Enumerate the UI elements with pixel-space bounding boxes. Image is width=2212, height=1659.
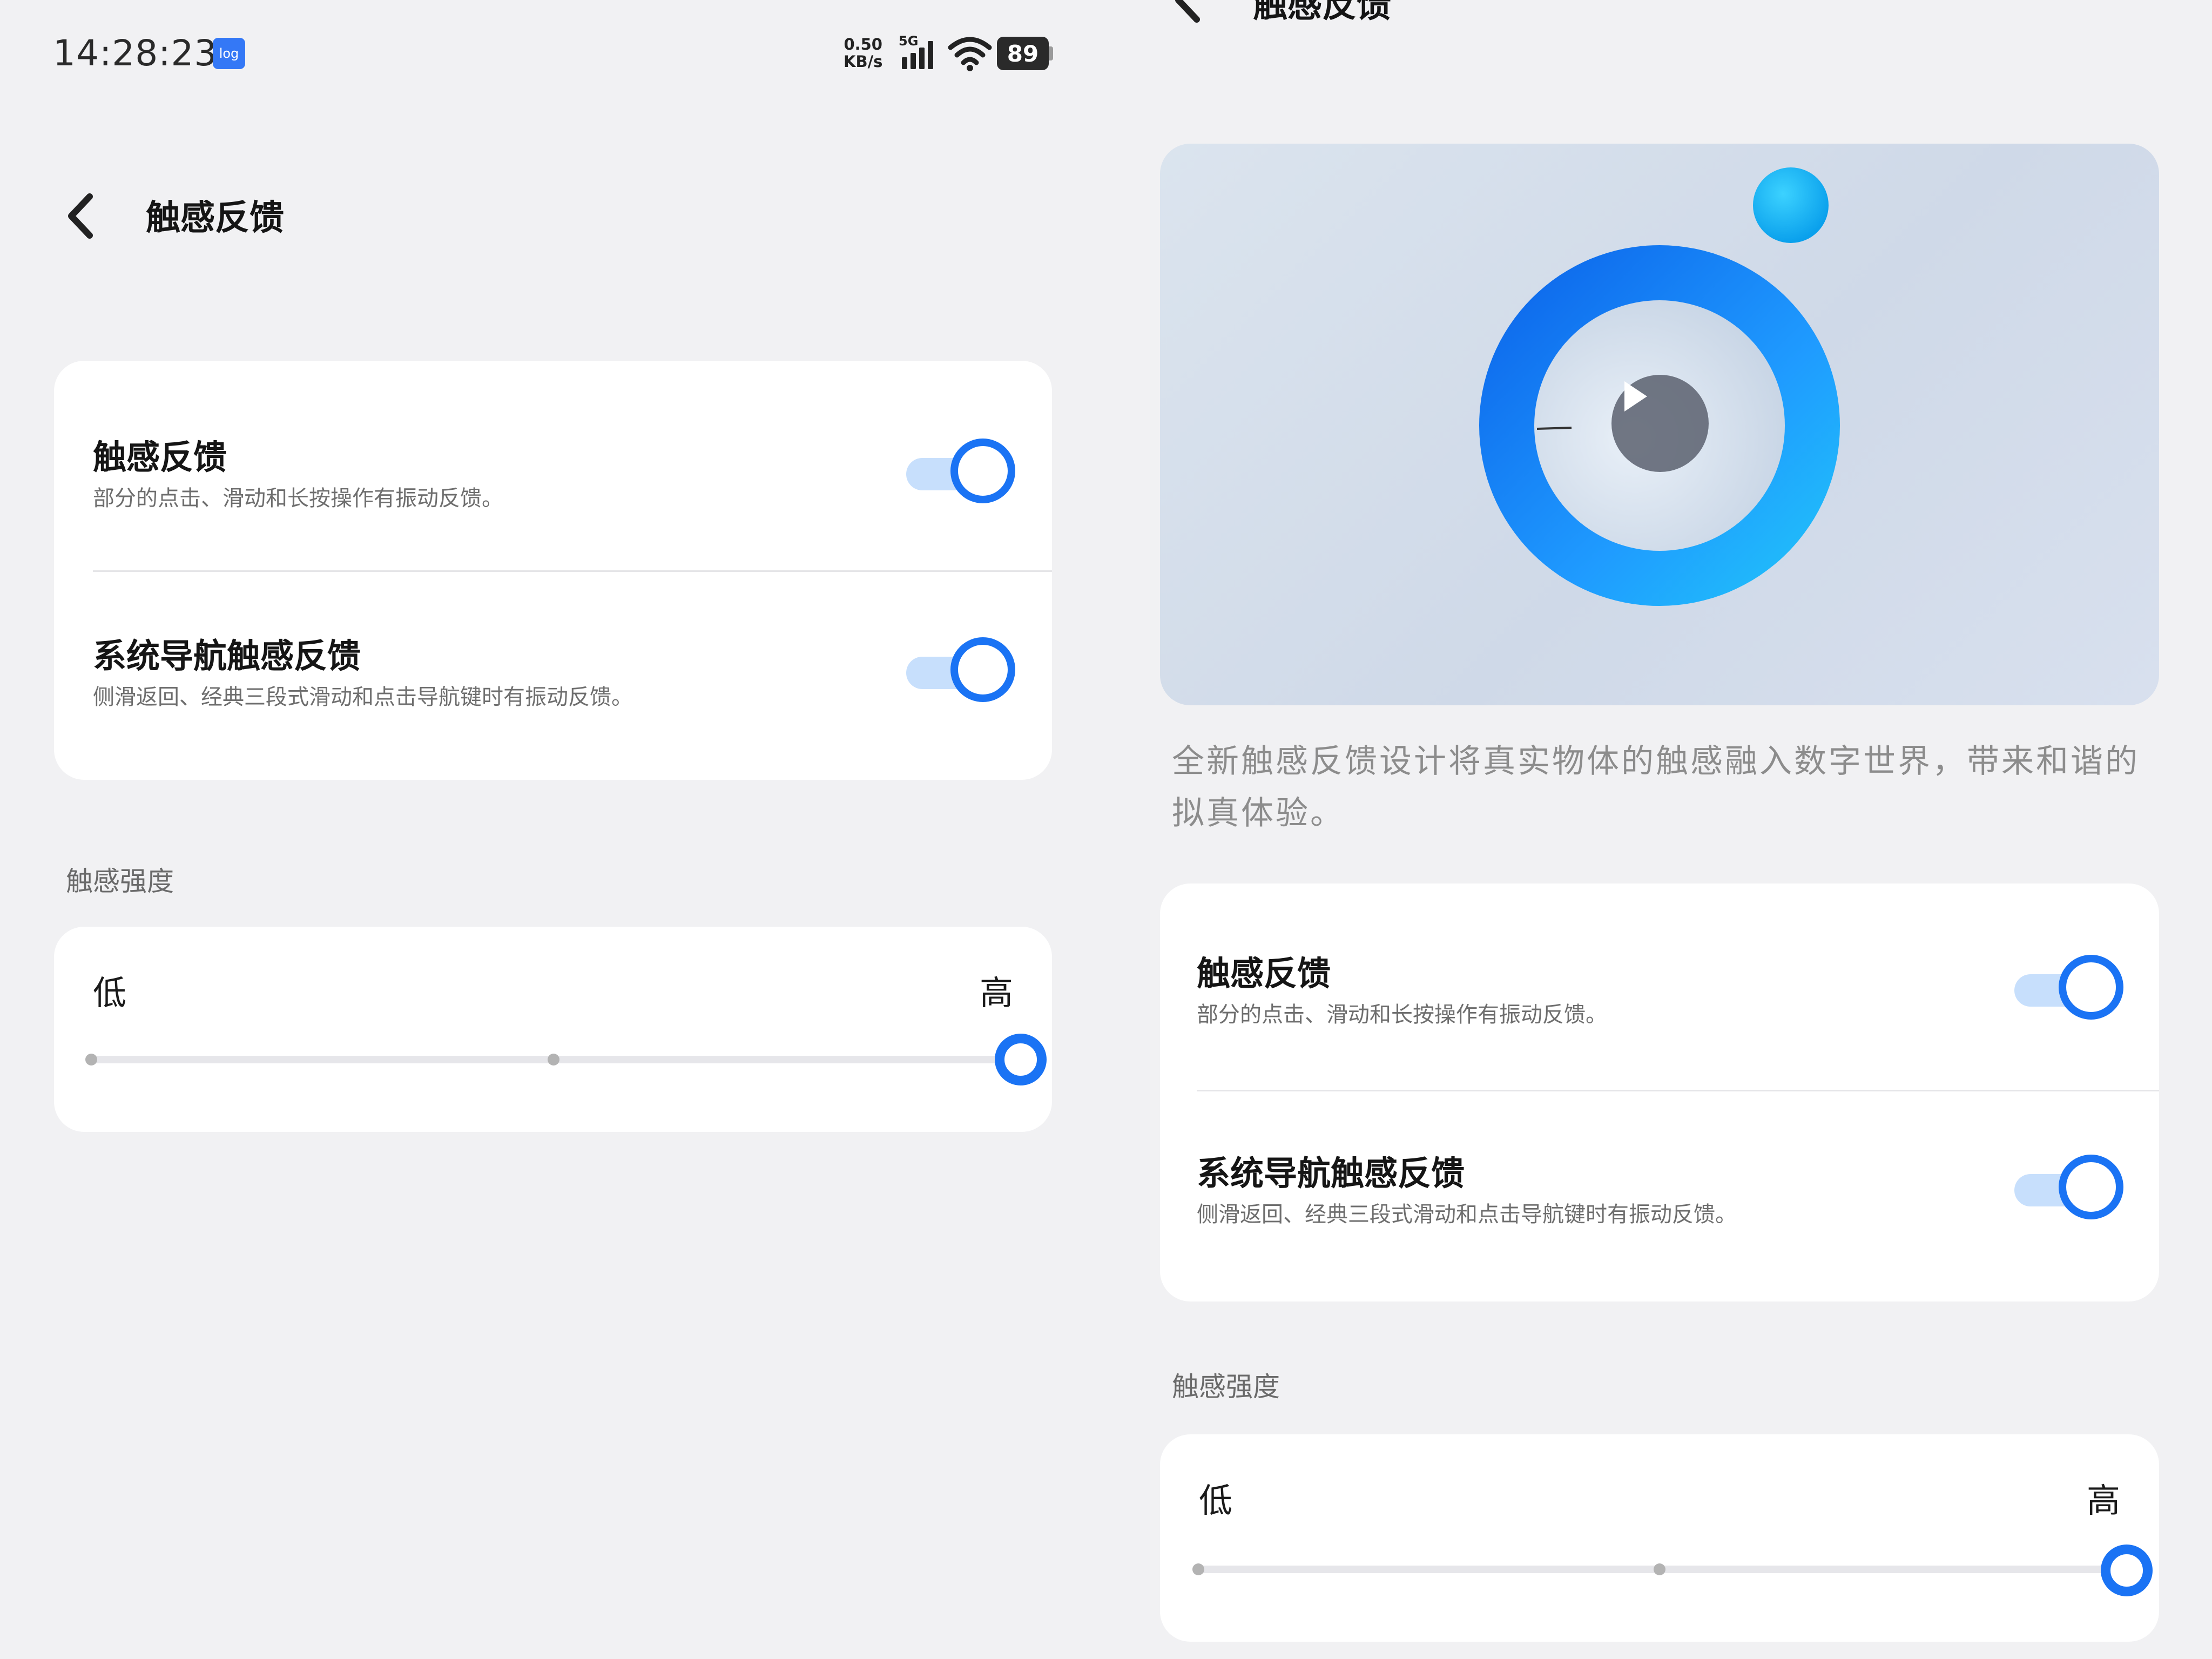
battery-level: 89: [997, 37, 1049, 70]
status-time: 14:28:23: [53, 32, 218, 74]
intensity-slider-thumb[interactable]: [995, 1034, 1047, 1085]
play-button[interactable]: [1611, 375, 1709, 472]
intensity-step-dot: [1654, 1563, 1665, 1575]
setting-description: 部分的点击、滑动和长按操作有振动反馈。: [1197, 1002, 1607, 1027]
battery-icon: 89: [997, 37, 1053, 70]
log-badge: log: [213, 38, 245, 69]
haptic-feedback-settings-screen: 14:28:23 log 0.50 KB/s 5G 89 触感反馈 触感反馈 部…: [0, 0, 2212, 1659]
haptic-settings-card: 触感反馈 部分的点击、滑动和长按操作有振动反馈。 系统导航触感反馈 侧滑返回、经…: [1160, 884, 2159, 1301]
setting-row-system-navigation-haptic[interactable]: 系统导航触感反馈 侧滑返回、经典三段式滑动和点击导航键时有振动反馈。: [54, 571, 1052, 780]
status-bar: 14:28:23 log 0.50 KB/s 5G 89: [0, 0, 1106, 108]
intensity-low-label: 低: [93, 973, 127, 1013]
chevron-left-icon: [68, 193, 93, 239]
toggle-knob: [950, 439, 1015, 503]
toggle-knob: [950, 637, 1015, 702]
intensity-card: 低 高: [54, 927, 1052, 1132]
page-title: 触感反馈: [146, 198, 284, 238]
video-caption: 全新触感反馈设计将真实物体的触感融入数字世界，带来和谐的拟真体验。: [1172, 743, 2140, 832]
intensity-step-dot: [1192, 1563, 1204, 1575]
setting-title: 触感反馈: [93, 437, 227, 477]
toggle-knob: [2059, 955, 2123, 1020]
toggle-knob: [2059, 1155, 2123, 1219]
play-icon: [1624, 381, 1647, 412]
cellular-signal-icon: 5G: [899, 33, 938, 71]
intensity-high-label: 高: [979, 973, 1013, 1013]
divider: [1197, 1090, 2159, 1091]
intensity-low-label: 低: [1199, 1481, 1233, 1520]
intensity-high-label: 高: [2086, 1481, 2120, 1520]
setting-description: 部分的点击、滑动和长按操作有振动反馈。: [93, 486, 503, 511]
intensity-section-label: 触感强度: [1172, 1371, 1280, 1402]
setting-title: 系统导航触感反馈: [1197, 1154, 1465, 1193]
haptic-feedback-toggle[interactable]: [906, 437, 1020, 508]
wifi-icon: [947, 35, 993, 72]
setting-description: 侧滑返回、经典三段式滑动和点击导航键时有振动反馈。: [1197, 1202, 1737, 1227]
intensity-slider-thumb[interactable]: [2101, 1545, 2153, 1596]
setting-row-haptic-feedback[interactable]: 触感反馈 部分的点击、滑动和长按操作有振动反馈。: [54, 361, 1052, 570]
setting-title: 系统导航触感反馈: [93, 636, 361, 676]
haptic-feedback-toggle[interactable]: [2014, 954, 2128, 1024]
back-button[interactable]: [59, 189, 103, 243]
setting-title: 触感反馈: [1197, 954, 1331, 993]
chevron-left-icon: [1175, 0, 1200, 23]
intensity-step-dot: [85, 1054, 97, 1065]
network-speed-unit: KB/s: [844, 52, 883, 71]
setting-row-system-navigation-haptic[interactable]: 系统导航触感反馈 侧滑返回、经典三段式滑动和点击导航键时有振动反馈。: [1160, 1092, 2159, 1301]
intensity-card: 低 高: [1160, 1434, 2159, 1642]
battery-tip: [1049, 46, 1053, 60]
system-navigation-haptic-toggle[interactable]: [2014, 1154, 2128, 1224]
network-speed-value: 0.50: [844, 35, 882, 53]
haptic-intro-video[interactable]: [1160, 144, 2159, 705]
haptic-settings-card: 触感反馈 部分的点击、滑动和长按操作有振动反馈。 系统导航触感反馈 侧滑返回、经…: [54, 361, 1052, 780]
network-speed: 0.50 KB/s: [844, 36, 882, 70]
system-navigation-haptic-toggle[interactable]: [906, 636, 1020, 706]
intensity-section-label: 触感强度: [66, 866, 174, 897]
setting-row-haptic-feedback[interactable]: 触感反馈 部分的点击、滑动和长按操作有振动反馈。: [1160, 884, 2159, 1091]
setting-description: 侧滑返回、经典三段式滑动和点击导航键时有振动反馈。: [93, 685, 633, 710]
page-title: 触感反馈: [1253, 0, 1391, 25]
intensity-step-dot: [548, 1054, 559, 1065]
back-button[interactable]: [1166, 0, 1210, 27]
